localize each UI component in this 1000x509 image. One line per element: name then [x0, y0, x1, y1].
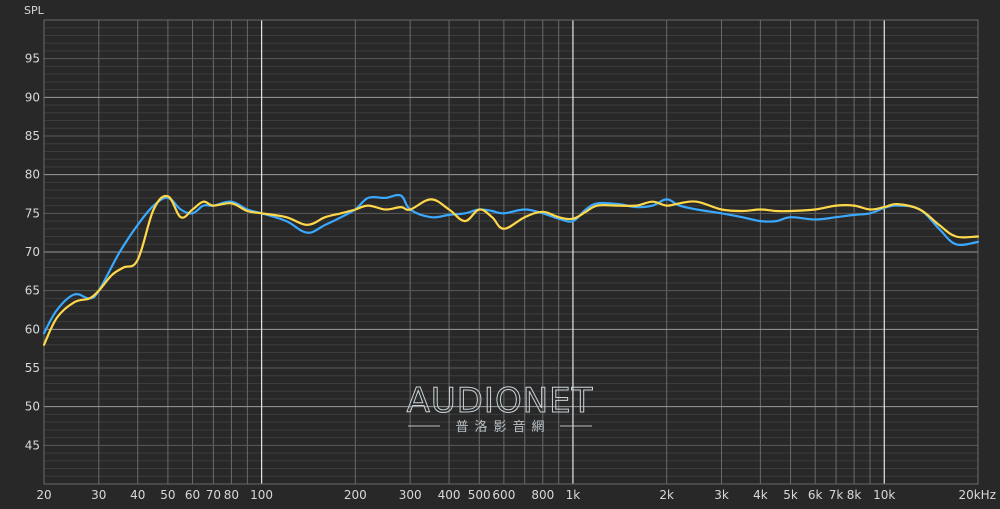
x-tick-label: 80 — [224, 488, 239, 502]
x-tick-label: 8k — [847, 488, 862, 502]
x-tick-label: 400 — [438, 488, 461, 502]
y-tick-label: 65 — [25, 284, 40, 298]
x-tick-label: 100 — [250, 488, 273, 502]
x-tick-label: 20kHz — [958, 488, 996, 502]
x-tick-label: 3k — [714, 488, 729, 502]
x-tick-label: 20 — [36, 488, 51, 502]
x-tick-label: 500 — [468, 488, 491, 502]
frequency-response-chart: AUDIONET 普洛影音網 45 50 55 60 65 70 75 80 85 90 95 20… — [0, 0, 1000, 509]
x-tick-label: 2k — [659, 488, 674, 502]
y-tick-label: 85 — [25, 129, 40, 143]
y-tick-label: 60 — [25, 322, 40, 336]
x-tick-label: 800 — [531, 488, 554, 502]
y-tick-label: 75 — [25, 206, 40, 220]
x-tick-label: 1k — [566, 488, 581, 502]
x-tick-label: 4k — [753, 488, 768, 502]
y-tick-label: 90 — [25, 90, 40, 104]
watermark-sub: 普洛影音網 — [455, 419, 550, 435]
x-tick-label: 40 — [130, 488, 145, 502]
x-tick-label: 50 — [160, 488, 175, 502]
y-tick-label: 45 — [25, 438, 40, 452]
y-tick-label: 95 — [25, 52, 40, 66]
x-tick-label: 10k — [873, 488, 895, 502]
y-tick-label: 70 — [25, 245, 40, 259]
x-tick-label: 5k — [783, 488, 798, 502]
x-tick-label: 200 — [344, 488, 367, 502]
x-tick-label: 600 — [492, 488, 515, 502]
x-tick-label: 60 — [185, 488, 200, 502]
x-tick-label: 70 — [206, 488, 221, 502]
x-tick-label: 300 — [399, 488, 422, 502]
y-axis-title: SPL — [24, 4, 45, 17]
x-tick-label: 6k — [808, 488, 823, 502]
x-tick-label: 30 — [91, 488, 106, 502]
x-tick-label: 7k — [829, 488, 844, 502]
watermark-main: AUDIONET — [407, 381, 594, 421]
y-tick-label: 80 — [25, 168, 40, 182]
y-tick-label: 55 — [25, 361, 40, 375]
y-tick-label: 50 — [25, 400, 40, 414]
